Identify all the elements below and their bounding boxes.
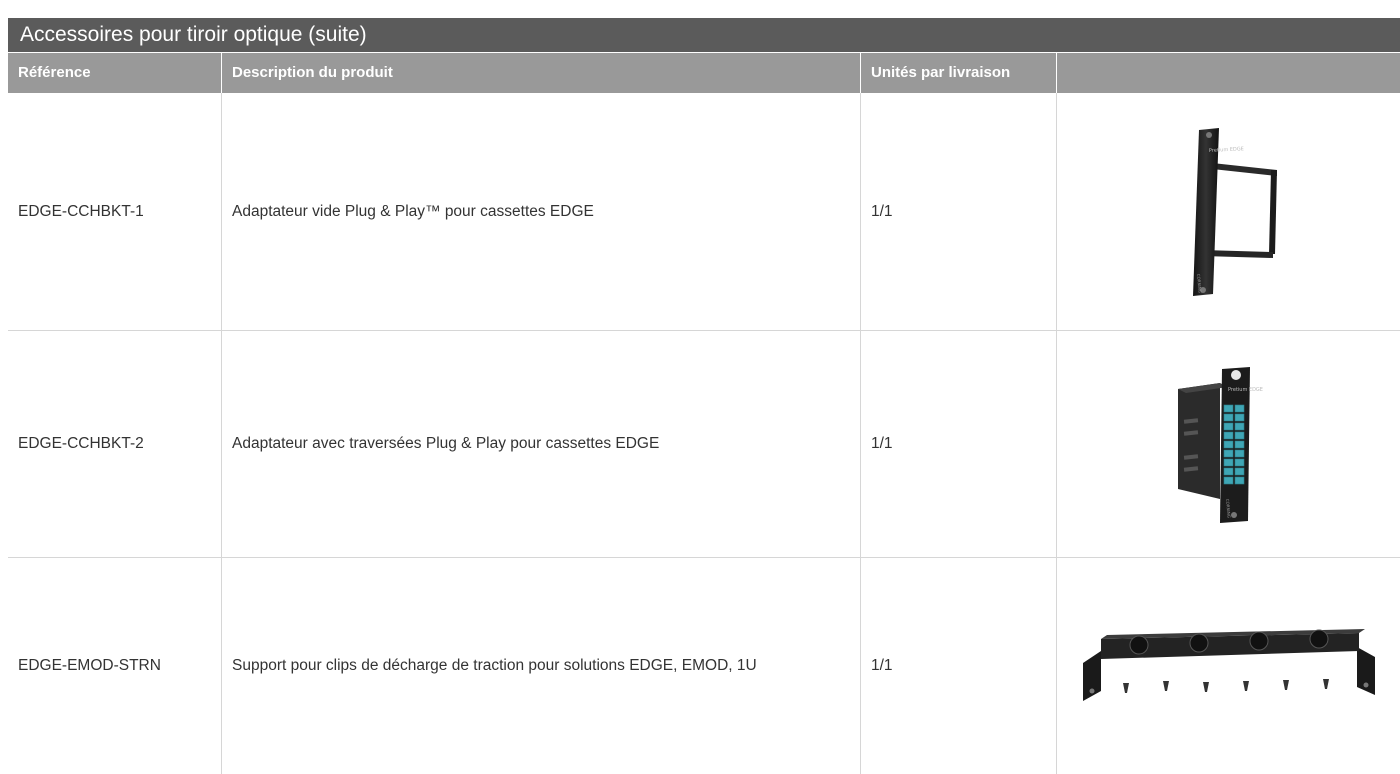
table-row: EDGE-CCHBKT-1 Adaptateur vide Plug & Pla… [8,93,1400,331]
units-cell: 1/1 [861,93,1057,330]
table-row: EDGE-CCHBKT-2 Adaptateur avec traversées… [8,331,1400,558]
description-text: Adaptateur avec traversées Plug & Play p… [232,435,660,452]
reference-text: EDGE-EMOD-STRN [18,657,161,674]
units-text: 1/1 [871,435,893,452]
empty-adapter-image: Pretium EDGE CORNING [1192,127,1277,296]
page-title: Accessoires pour tiroir optique (suite) [8,18,1400,52]
header-reference: Référence [8,53,222,93]
image-cell [1057,558,1400,774]
reference-cell: EDGE-CCHBKT-2 [8,331,222,557]
table-row: EDGE-EMOD-STRN Support pour clips de déc… [8,558,1400,774]
units-cell: 1/1 [861,331,1057,557]
product-table: EDGE-CCHBKT-1 Adaptateur vide Plug & Pla… [8,93,1400,774]
reference-cell: EDGE-EMOD-STRN [8,558,222,774]
units-text: 1/1 [871,202,893,220]
adapter-with-ports-image: Pretium EDGE CORNING [1177,367,1263,523]
header-image [1057,53,1400,93]
description-text: Support pour clips de décharge de tracti… [232,657,757,674]
description-text: Adaptateur vide Plug & Play™ pour casset… [232,202,594,220]
description-cell: Adaptateur avec traversées Plug & Play p… [222,331,861,557]
reference-text: EDGE-CCHBKT-1 [18,202,144,220]
units-cell: 1/1 [861,558,1057,774]
description-cell: Support pour clips de décharge de tracti… [222,558,861,774]
image-cell: Pretium EDGE CORNING [1057,331,1400,557]
header-description: Description du produit [222,53,861,93]
image-cell: Pretium EDGE CORNING [1057,93,1400,330]
header-units: Unités par livraison [861,53,1057,93]
table-header-row: Référence Description du produit Unités … [8,53,1400,93]
plate-logo-text: Pretium EDGE [1208,146,1243,154]
description-cell: Adaptateur vide Plug & Play™ pour casset… [222,93,861,330]
reference-cell: EDGE-CCHBKT-1 [8,93,222,330]
units-text: 1/1 [871,657,893,674]
plate-logo-text: Pretium EDGE [1228,387,1263,393]
strain-relief-bracket-image [1082,629,1375,701]
reference-text: EDGE-CCHBKT-2 [18,435,144,452]
